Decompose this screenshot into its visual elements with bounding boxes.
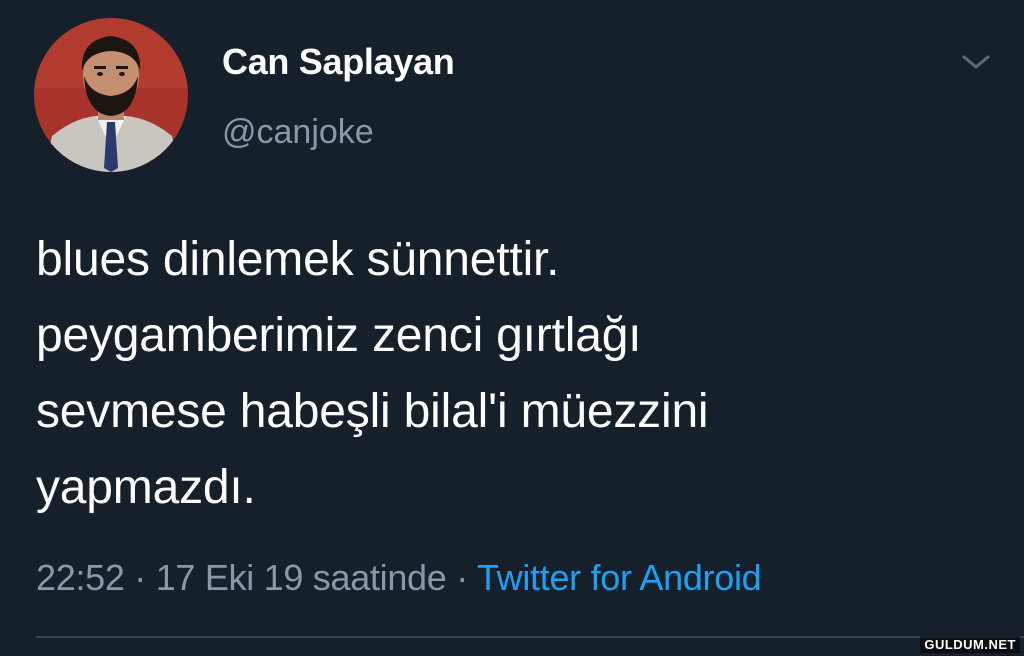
tweet-time: 22:52 bbox=[36, 557, 125, 598]
author-handle[interactable]: @canjoke bbox=[222, 110, 374, 154]
tweet-menu-button[interactable] bbox=[956, 46, 996, 78]
avatar[interactable] bbox=[34, 18, 188, 172]
divider bbox=[36, 636, 1024, 638]
tweet-text-line: yapmazdı. bbox=[36, 461, 256, 514]
meta-separator: · bbox=[124, 557, 156, 598]
tweet-meta: 22:52 · 17 Eki 19 saatinde · Twitter for… bbox=[36, 554, 762, 602]
chevron-down-icon bbox=[962, 55, 990, 69]
tweet-text-line: sevmese habeşli bilal'i müezzini bbox=[36, 385, 709, 438]
watermark: GULDUM.NET bbox=[920, 636, 1020, 653]
author-display-name[interactable]: Can Saplayan bbox=[222, 40, 455, 84]
meta-separator: · bbox=[446, 557, 477, 598]
tweet-date: 17 Eki 19 saatinde bbox=[155, 557, 447, 598]
tweet-text: blues dinlemek sünnettir. peygamberimiz … bbox=[36, 222, 996, 526]
tweet-source-link[interactable]: Twitter for Android bbox=[477, 557, 762, 598]
profile-photo-icon bbox=[34, 18, 188, 172]
tweet-text-line: blues dinlemek sünnettir. bbox=[36, 233, 560, 286]
tweet-text-line: peygamberimiz zenci gırtlağı bbox=[36, 309, 642, 362]
